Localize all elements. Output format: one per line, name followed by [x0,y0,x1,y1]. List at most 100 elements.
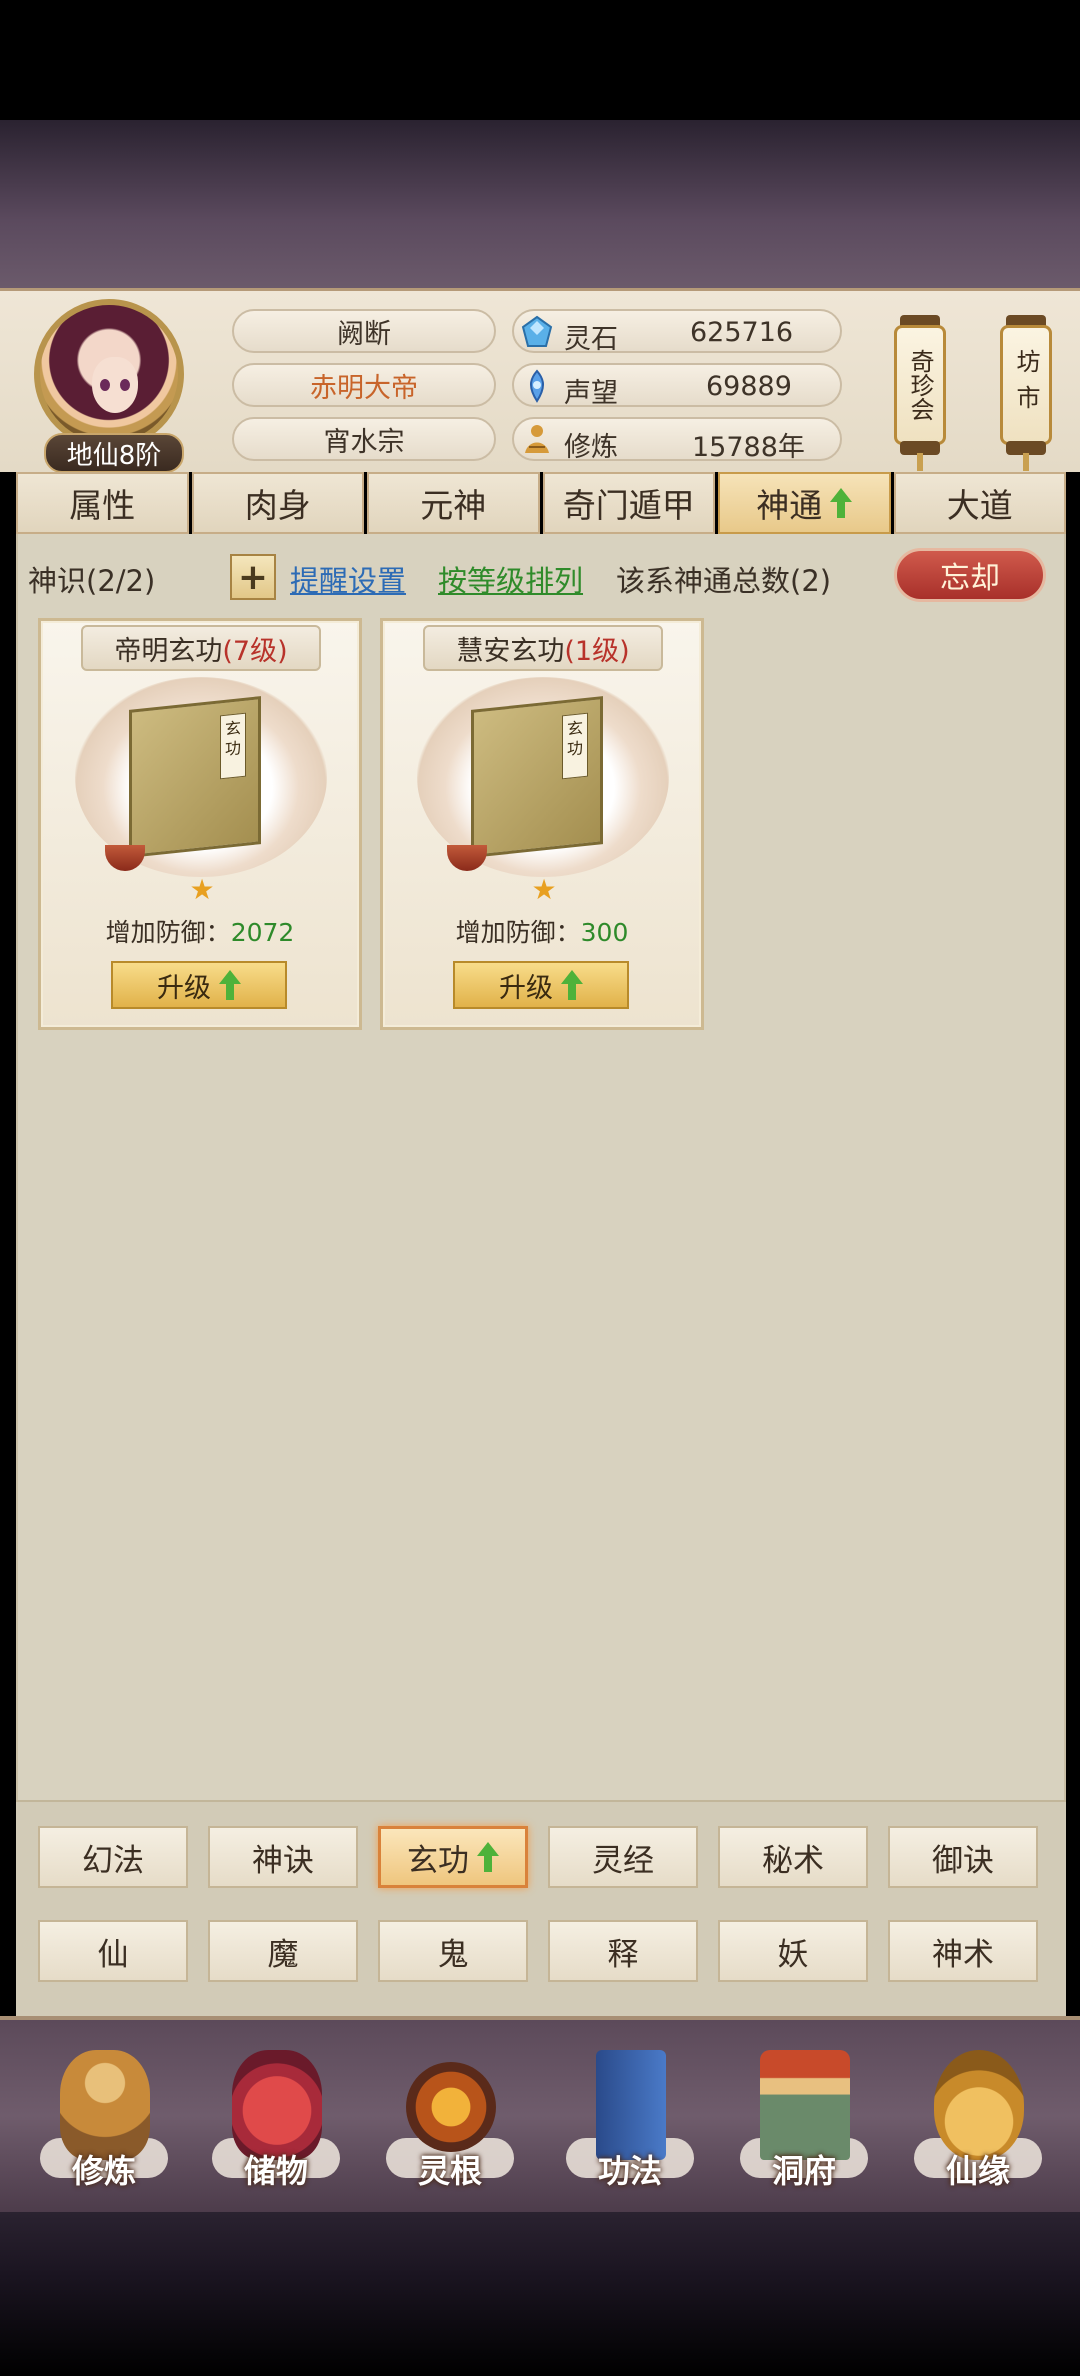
spirit-stone-stat[interactable]: 灵石 625716 [512,309,842,355]
upgrade-arrow-icon [561,970,583,1000]
category-label: 神术 [932,1936,994,1973]
category-demon[interactable]: 魔 [208,1920,358,1982]
tab-divine-skills[interactable]: 神通 [718,472,891,534]
book-label: 玄功 [220,712,246,780]
player-sect[interactable]: 宵水宗 [232,417,496,461]
player-header: 地仙8阶 阙断 赤明大帝 宵水宗 灵石 625716 声望 69889 修炼 1… [0,288,1080,473]
book-label: 玄功 [562,712,588,780]
gourd-icon [934,2050,1024,2160]
market-lantern[interactable]: 坊市 [1000,311,1052,471]
category-illusion[interactable]: 幻法 [38,1826,188,1888]
cultivation-stat[interactable]: 修炼 15788年 [512,417,842,463]
upgrade-button[interactable]: 升级 [111,961,287,1009]
sort-by-level-link[interactable]: 按等级排列 [438,558,583,600]
skills-toolbar: 神识(2/2) + 提醒设置 按等级排列 该系神通总数(2) 忘却 [18,548,1068,604]
tab-dao[interactable]: 大道 [893,472,1066,534]
cultivation-icon [525,425,549,453]
lantern-tassel [917,453,923,471]
rank-badge: 地仙8阶 [44,433,184,473]
reputation-stat[interactable]: 声望 69889 [512,363,842,409]
nav-techniques[interactable]: 功法 [560,2042,700,2212]
tab-attributes[interactable]: 属性 [16,472,189,534]
category-divine-art[interactable]: 神术 [888,1920,1038,1982]
nav-label: 仙缘 [945,2152,1010,2190]
reminder-settings-link[interactable]: 提醒设置 [290,558,406,600]
stat-value: 300 [580,918,629,947]
category-spirit-sutra[interactable]: 灵经 [548,1826,698,1888]
upgrade-arrow-icon [219,970,241,1000]
category-label: 灵经 [592,1842,654,1879]
category-label: 御诀 [932,1842,994,1879]
upgrade-arrow-icon [477,1842,499,1872]
stat-label: 声望 [564,378,618,409]
category-label: 玄功 [407,1842,469,1879]
lantern-label: 坊市 [1000,325,1052,445]
storage-bag-icon [232,2050,322,2160]
stat-label: 修炼 [564,432,618,463]
category-divine-formula[interactable]: 神诀 [208,1826,358,1888]
stat-value: 2072 [230,918,295,947]
scripture-book-icon [596,2050,666,2160]
stat-label: 增加防御： [455,918,581,947]
category-panel: 幻法 神诀 玄功 灵经 秘术 御诀 仙 魔 鬼 释 妖 神术 [16,1800,1066,2016]
skill-book-icon: 玄功 [471,696,603,858]
upgrade-label: 升级 [157,972,211,1004]
category-label: 幻法 [82,1842,144,1879]
nav-label: 洞府 [771,2152,836,2190]
cave-house-icon [760,2050,850,2160]
avatar [34,299,184,449]
nav-spirit-root[interactable]: 灵根 [380,2042,520,2212]
nav-label: 灵根 [417,2152,482,2190]
skill-card[interactable]: 帝明玄功 (7级) 玄功 ★ 增加防御：2072 升级 [38,618,362,1030]
category-monster[interactable]: 妖 [718,1920,868,1982]
status-bar-area [0,0,1080,120]
stat-value: 625716 [690,317,794,348]
player-title[interactable]: 赤明大帝 [232,363,496,407]
nav-storage[interactable]: 储物 [206,2042,346,2212]
avatar-eye-right [120,379,130,391]
nav-cultivate[interactable]: 修炼 [34,2042,174,2212]
tab-label: 奇门遁甲 [562,486,695,525]
avatar-eye-left [100,379,110,391]
stat-label: 增加防御： [105,918,231,947]
tab-body[interactable]: 肉身 [191,472,364,534]
skill-card[interactable]: 慧安玄功 (1级) 玄功 ★ 增加防御：300 升级 [380,618,704,1030]
reputation-icon [530,369,544,403]
category-buddhist[interactable]: 释 [548,1920,698,1982]
tab-label: 神通 [756,486,823,525]
category-label: 妖 [777,1936,809,1973]
category-label: 鬼 [437,1936,469,1973]
nav-label: 功法 [597,2152,662,2190]
upgrade-button[interactable]: 升级 [453,961,629,1009]
book-tassel [105,845,145,871]
upgrade-label: 升级 [499,972,553,1004]
category-label: 魔 [267,1936,299,1973]
upgrade-arrow-icon [830,488,853,518]
category-label: 释 [607,1936,639,1973]
top-banner [0,120,1080,288]
bottom-navbar: 修炼 储物 灵根 功法 洞府 仙缘 [0,2016,1080,2212]
lantern-label: 奇珍会 [894,325,946,445]
tab-soul[interactable]: 元神 [367,472,540,534]
category-label: 仙 [97,1936,129,1973]
category-ghost[interactable]: 鬼 [378,1920,528,1982]
total-count-text: 该系神通总数(2) [616,564,832,598]
add-capacity-button[interactable]: + [230,554,276,600]
avatar-face [92,357,138,413]
nav-cave-house[interactable]: 洞府 [734,2042,874,2212]
category-label: 秘术 [762,1842,824,1879]
avatar-button[interactable]: 地仙8阶 [26,299,196,473]
treasure-fair-lantern[interactable]: 奇珍会 [894,311,946,471]
tab-label: 肉身 [244,486,311,525]
nav-fate[interactable]: 仙缘 [908,2042,1048,2212]
forget-button[interactable]: 忘却 [894,548,1046,602]
category-immortal[interactable]: 仙 [38,1920,188,1982]
skill-level: (1级) [564,635,630,667]
spirit-stone-icon [521,315,553,347]
tab-qimen[interactable]: 奇门遁甲 [542,472,715,534]
skill-title: 慧安玄功 (1级) [423,625,663,671]
category-xuan-gong[interactable]: 玄功 [378,1826,528,1888]
category-control-formula[interactable]: 御诀 [888,1826,1038,1888]
main-tabs: 属性 肉身 元神 奇门遁甲 神通 大道 [16,472,1066,534]
category-secret-art[interactable]: 秘术 [718,1826,868,1888]
